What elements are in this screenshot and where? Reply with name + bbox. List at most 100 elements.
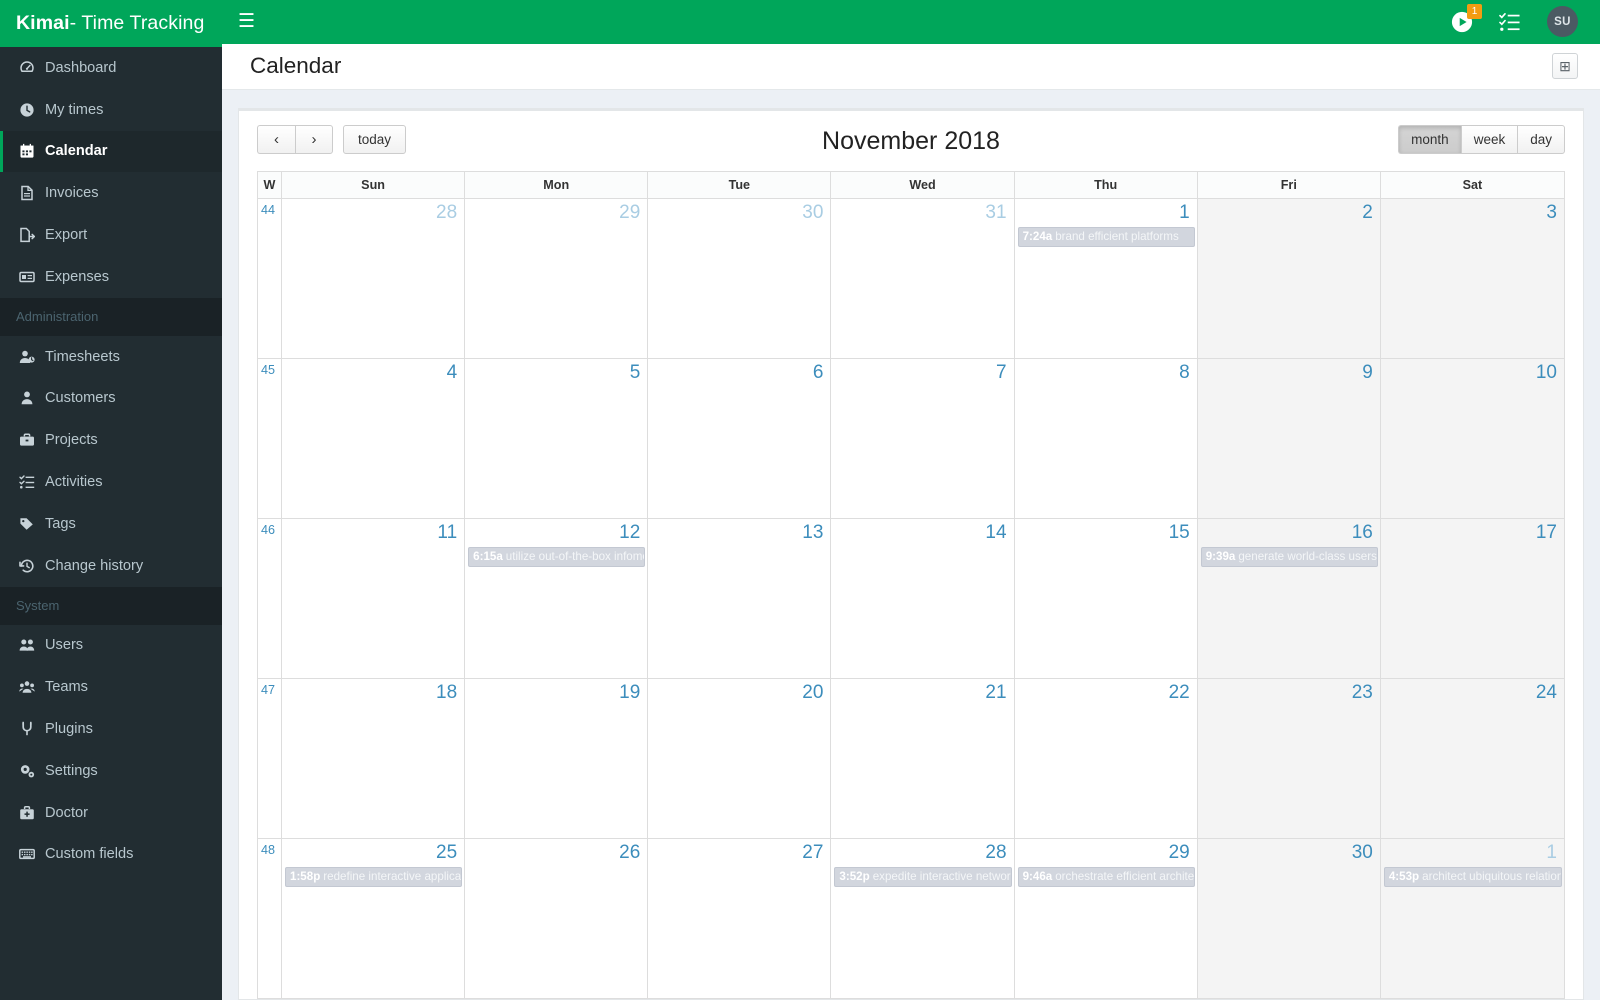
sidebar-item-export[interactable]: Export bbox=[0, 214, 222, 256]
calendar-day-cell[interactable]: 10 bbox=[1380, 359, 1564, 518]
day-number[interactable]: 24 bbox=[1381, 679, 1564, 704]
calendar-day-cell[interactable]: 23 bbox=[1197, 679, 1381, 838]
calendar-event[interactable]: 6:15autilize out-of-the-box infomediarie… bbox=[468, 546, 646, 568]
calendar-day-cell[interactable]: 26 bbox=[465, 839, 649, 998]
calendar-day-cell[interactable]: 2 bbox=[1197, 199, 1381, 358]
view-button-month[interactable]: month bbox=[1398, 125, 1461, 154]
recent-activities-icon[interactable] bbox=[1499, 12, 1521, 32]
next-month-button[interactable]: › bbox=[295, 125, 333, 154]
day-number[interactable]: 3 bbox=[1381, 199, 1564, 224]
calendar-day-cell[interactable]: 19 bbox=[465, 679, 649, 838]
avatar[interactable]: SU bbox=[1547, 6, 1578, 38]
calendar-day-cell[interactable]: 27 bbox=[648, 839, 832, 998]
sidebar-item-tags[interactable]: Tags bbox=[0, 503, 222, 545]
calendar-day-cell[interactable]: 29 bbox=[465, 199, 649, 358]
calendar-day-cell[interactable]: 20 bbox=[648, 679, 832, 838]
day-number[interactable]: 10 bbox=[1381, 359, 1564, 384]
calendar-day-cell[interactable]: 3 bbox=[1380, 199, 1564, 358]
calendar-day-cell[interactable]: 15 bbox=[1014, 519, 1198, 678]
day-number[interactable]: 15 bbox=[1015, 519, 1197, 544]
day-number[interactable]: 2 bbox=[1198, 199, 1380, 224]
day-number[interactable]: 4 bbox=[282, 359, 464, 384]
calendar-day-cell[interactable]: 5 bbox=[465, 359, 649, 518]
day-number[interactable]: 26 bbox=[465, 839, 647, 864]
calendar-event[interactable]: 4:53parchitect ubiquitous relationships bbox=[1383, 866, 1562, 888]
calendar-day-cell[interactable]: 11 bbox=[282, 519, 466, 678]
day-number[interactable]: 31 bbox=[831, 199, 1013, 224]
calendar-event[interactable]: 9:39a generate world-class users bbox=[1200, 546, 1378, 568]
menu-toggle-icon[interactable]: ☰ bbox=[238, 12, 255, 31]
week-number[interactable]: 47 bbox=[258, 679, 282, 838]
day-number[interactable]: 1 bbox=[1381, 839, 1564, 864]
sidebar-item-plugins[interactable]: Plugins bbox=[0, 708, 222, 750]
sidebar-item-calendar[interactable]: Calendar bbox=[0, 130, 222, 173]
calendar-day-cell[interactable]: 21 bbox=[831, 679, 1015, 838]
day-number[interactable]: 19 bbox=[465, 679, 647, 704]
calendar-day-cell[interactable]: 14 bbox=[831, 519, 1015, 678]
calendar-event[interactable]: 7:24a brand efficient platforms bbox=[1017, 226, 1195, 248]
day-number[interactable]: 30 bbox=[648, 199, 830, 224]
calendar-day-cell[interactable]: 299:46aorchestrate efficient architectur… bbox=[1014, 839, 1198, 998]
calendar-day-cell[interactable]: 8 bbox=[1014, 359, 1198, 518]
day-number[interactable]: 9 bbox=[1198, 359, 1380, 384]
day-number[interactable]: 18 bbox=[282, 679, 464, 704]
day-number[interactable]: 30 bbox=[1198, 839, 1380, 864]
calendar-day-cell[interactable]: 28 3:52p expedite interactive networks bbox=[831, 839, 1015, 998]
calendar-day-cell[interactable]: 24 bbox=[1380, 679, 1564, 838]
sidebar-item-custom-fields[interactable]: Custom fields bbox=[0, 834, 222, 876]
view-button-week[interactable]: week bbox=[1460, 125, 1518, 154]
day-number[interactable]: 5 bbox=[465, 359, 647, 384]
day-number[interactable]: 16 bbox=[1198, 519, 1380, 544]
calendar-day-cell[interactable]: 22 bbox=[1014, 679, 1198, 838]
day-number[interactable]: 28 bbox=[282, 199, 464, 224]
sidebar-item-invoices[interactable]: Invoices bbox=[0, 172, 222, 214]
brand-logo[interactable]: Kimai - Time Tracking bbox=[0, 0, 222, 47]
day-number[interactable]: 25 bbox=[282, 839, 464, 864]
calendar-day-cell[interactable]: 30 bbox=[1197, 839, 1381, 998]
week-number[interactable]: 44 bbox=[258, 199, 282, 358]
calendar-day-cell[interactable]: 126:15autilize out-of-the-box infomediar… bbox=[465, 519, 649, 678]
calendar-day-cell[interactable]: 28 bbox=[282, 199, 466, 358]
sidebar-item-dashboard[interactable]: Dashboard bbox=[0, 47, 222, 89]
calendar-day-cell[interactable]: 18 bbox=[282, 679, 466, 838]
calendar-day-cell[interactable]: 13 bbox=[648, 519, 832, 678]
sidebar-item-projects[interactable]: Projects bbox=[0, 419, 222, 461]
calendar-day-cell[interactable]: 16 9:39a generate world-class users bbox=[1197, 519, 1381, 678]
calendar-day-cell[interactable]: 14:53parchitect ubiquitous relationships bbox=[1380, 839, 1564, 998]
calendar-day-cell[interactable]: 31 bbox=[831, 199, 1015, 358]
day-number[interactable]: 12 bbox=[465, 519, 647, 544]
sidebar-item-doctor[interactable]: Doctor bbox=[0, 792, 222, 834]
sidebar-item-expenses[interactable]: Expenses bbox=[0, 256, 222, 298]
calendar-day-cell[interactable]: 9 bbox=[1197, 359, 1381, 518]
day-number[interactable]: 22 bbox=[1015, 679, 1197, 704]
day-number[interactable]: 6 bbox=[648, 359, 830, 384]
week-number[interactable]: 48 bbox=[258, 839, 282, 998]
add-entry-button[interactable]: ⊞ bbox=[1552, 53, 1578, 80]
day-number[interactable]: 17 bbox=[1381, 519, 1564, 544]
sidebar-item-activities[interactable]: Activities bbox=[0, 461, 222, 503]
day-number[interactable]: 8 bbox=[1015, 359, 1197, 384]
calendar-event[interactable]: 9:46aorchestrate efficient architectures bbox=[1017, 866, 1195, 888]
day-number[interactable]: 7 bbox=[831, 359, 1013, 384]
day-number[interactable]: 27 bbox=[648, 839, 830, 864]
sidebar-item-users[interactable]: Users bbox=[0, 625, 222, 667]
day-number[interactable]: 11 bbox=[282, 519, 464, 544]
calendar-day-cell[interactable]: 30 bbox=[648, 199, 832, 358]
sidebar-item-change-history[interactable]: Change history bbox=[0, 545, 222, 587]
day-number[interactable]: 28 bbox=[831, 839, 1013, 864]
sidebar-item-customers[interactable]: Customers bbox=[0, 378, 222, 420]
calendar-day-cell[interactable]: 7 bbox=[831, 359, 1015, 518]
day-number[interactable]: 23 bbox=[1198, 679, 1380, 704]
calendar-day-cell[interactable]: 17 bbox=[1380, 519, 1564, 678]
sidebar-item-settings[interactable]: Settings bbox=[0, 750, 222, 792]
sidebar-item-my-times[interactable]: My times bbox=[0, 89, 222, 131]
day-number[interactable]: 1 bbox=[1015, 199, 1197, 224]
sidebar-item-teams[interactable]: Teams bbox=[0, 666, 222, 708]
calendar-day-cell[interactable]: 251:58predefine interactive applications bbox=[282, 839, 466, 998]
day-number[interactable]: 29 bbox=[1015, 839, 1197, 864]
today-button[interactable]: today bbox=[343, 125, 407, 154]
sidebar-item-timesheets[interactable]: Timesheets bbox=[0, 336, 222, 378]
calendar-event[interactable]: 3:52p expedite interactive networks bbox=[834, 866, 1012, 888]
day-number[interactable]: 20 bbox=[648, 679, 830, 704]
day-number[interactable]: 29 bbox=[465, 199, 647, 224]
